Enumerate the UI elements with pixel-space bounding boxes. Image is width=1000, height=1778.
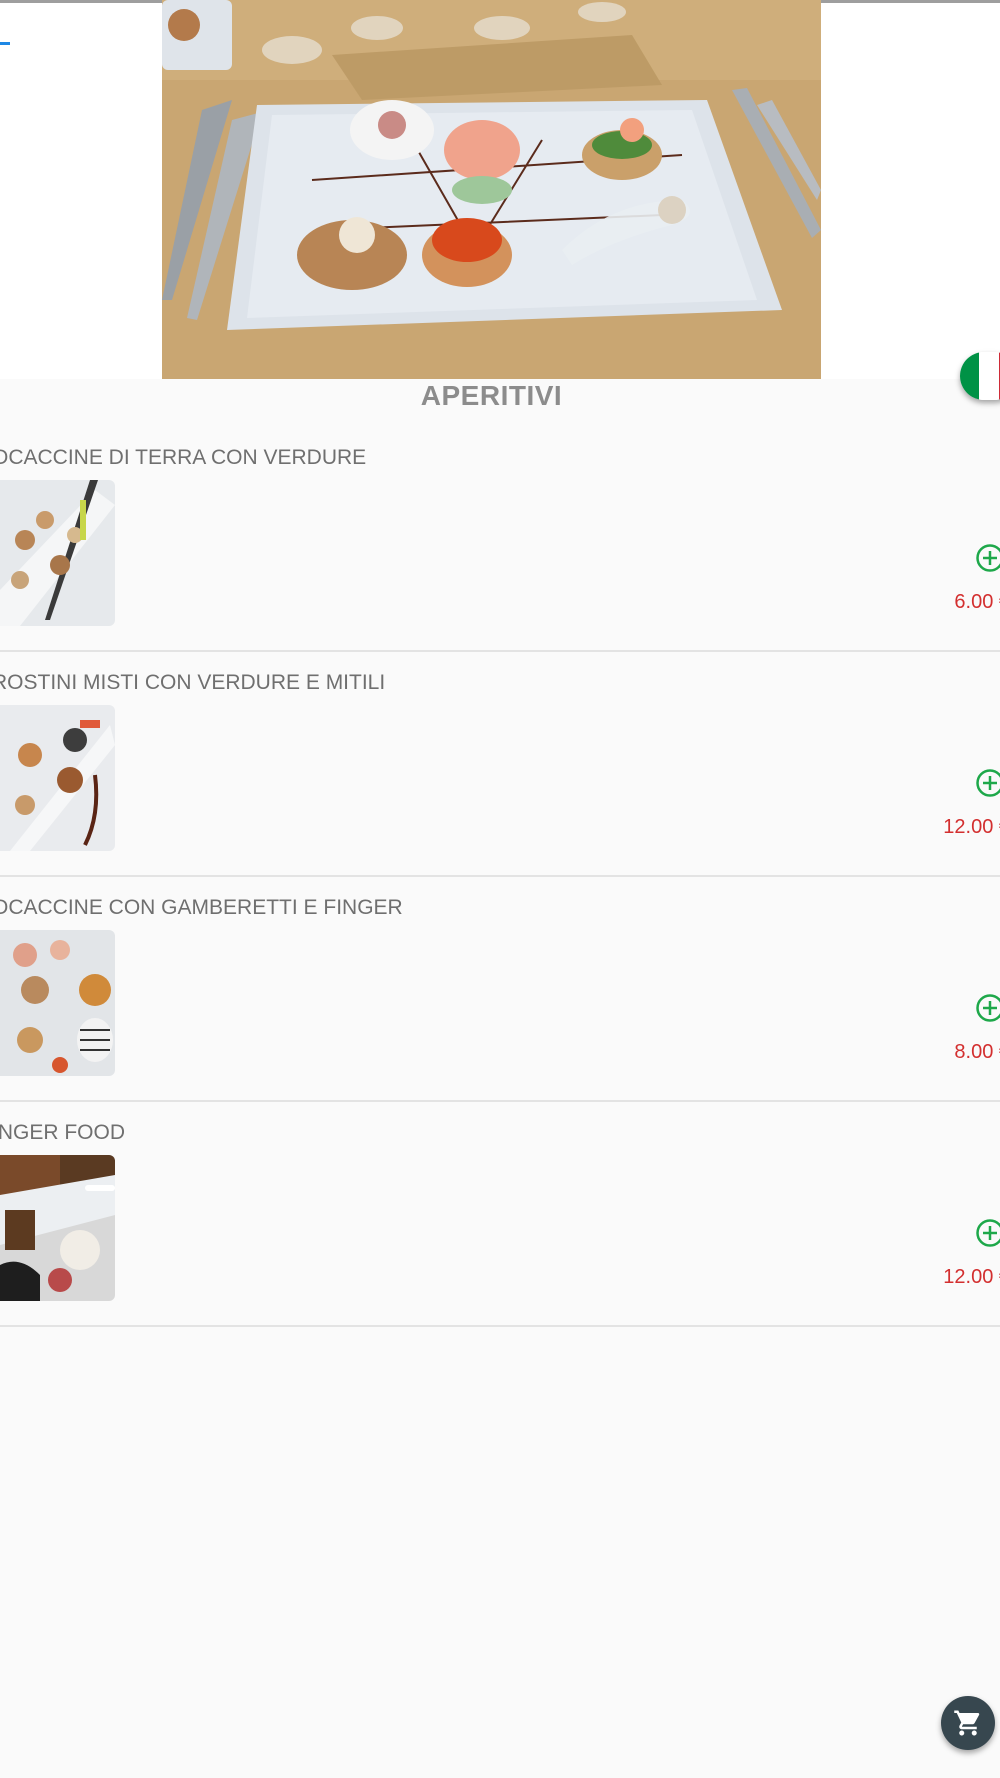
- add-circle-icon[interactable]: [974, 1217, 1000, 1249]
- item-name: INGER FOOD: [0, 1121, 126, 1144]
- hero-image: [162, 0, 821, 379]
- item-name: OCACCINE CON GAMBERETTI E FINGER: [0, 896, 403, 919]
- item-price: 6.00 €: [954, 591, 1000, 613]
- menu-item[interactable]: OCACCINE CON GAMBERETTI E FINGER 8.00 €: [0, 875, 1000, 1102]
- item-price: 12.00 €: [943, 1266, 1000, 1288]
- add-circle-icon[interactable]: [974, 992, 1000, 1024]
- menu-page: APERITIVI OCACCINE DI TERRA CON VERDURE: [0, 0, 1000, 1778]
- item-name: ROSTINI MISTI CON VERDURE E MITILI: [0, 671, 386, 694]
- menu-item[interactable]: OCACCINE DI TERRA CON VERDURE 6.00 €: [0, 425, 1000, 652]
- item-thumbnail: [0, 1155, 115, 1301]
- item-thumbnail: [0, 705, 115, 851]
- item-price: 8.00 €: [954, 1041, 1000, 1063]
- menu-item[interactable]: INGER FOOD 12.00 €: [0, 1100, 1000, 1327]
- add-circle-icon[interactable]: [974, 542, 1000, 574]
- menu-item[interactable]: ROSTINI MISTI CON VERDURE E MITILI 12.00…: [0, 650, 1000, 877]
- shopping-cart-icon: [954, 1710, 980, 1736]
- item-thumbnail: [0, 930, 115, 1076]
- back-link[interactable]: [0, 42, 10, 45]
- item-thumbnail: [0, 480, 115, 626]
- add-circle-icon[interactable]: [974, 767, 1000, 799]
- category-title: APERITIVI: [420, 380, 563, 411]
- item-name: OCACCINE DI TERRA CON VERDURE: [0, 446, 367, 469]
- item-price: 12.00 €: [943, 816, 1000, 838]
- cart-button[interactable]: [941, 1696, 995, 1750]
